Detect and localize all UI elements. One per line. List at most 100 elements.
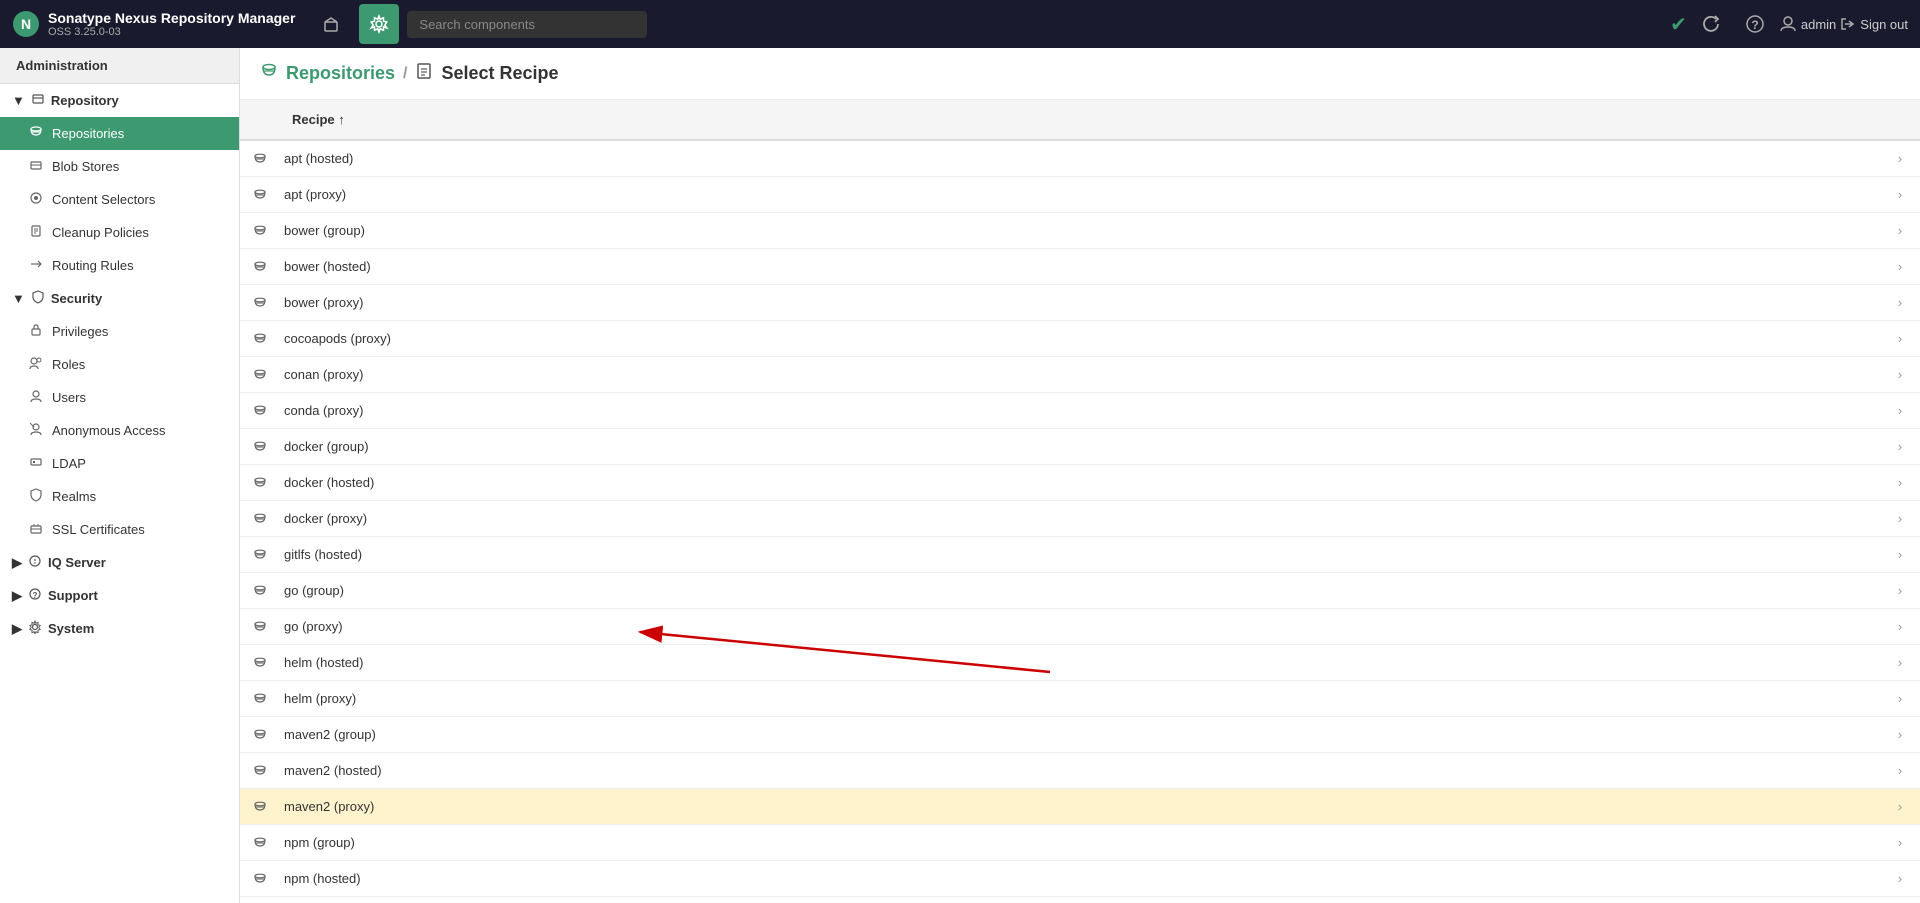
table-row[interactable]: conda (proxy) › bbox=[240, 393, 1920, 429]
table-row[interactable]: helm (proxy) › bbox=[240, 681, 1920, 717]
table-row[interactable]: bower (group) › bbox=[240, 213, 1920, 249]
breadcrumb-recipe-icon bbox=[415, 62, 433, 85]
table-row[interactable]: bower (proxy) › bbox=[240, 285, 1920, 321]
table-row[interactable]: npm (hosted) › bbox=[240, 861, 1920, 897]
row-chevron: › bbox=[1880, 789, 1920, 824]
sidebar-group-support[interactable]: ▶ ? Support bbox=[0, 579, 239, 612]
row-label: docker (group) bbox=[280, 429, 1880, 464]
refresh-btn[interactable] bbox=[1691, 4, 1731, 44]
table-row[interactable]: go (proxy) › bbox=[240, 609, 1920, 645]
table-row[interactable]: npm (group) › bbox=[240, 825, 1920, 861]
sidebar-item-cleanup-policies[interactable]: Cleanup Policies bbox=[0, 216, 239, 249]
row-label: apt (proxy) bbox=[280, 177, 1880, 212]
ldap-label: LDAP bbox=[52, 456, 86, 471]
user-menu[interactable]: admin bbox=[1779, 15, 1836, 33]
row-db-icon bbox=[240, 502, 280, 536]
svg-text:N: N bbox=[21, 16, 31, 32]
sidebar-group-iq-server[interactable]: ▶ IQ Server bbox=[0, 546, 239, 579]
admin-icon-btn[interactable] bbox=[359, 4, 399, 44]
row-db-icon bbox=[240, 538, 280, 572]
app-logo-icon: N bbox=[12, 10, 40, 38]
table-row[interactable]: docker (hosted) › bbox=[240, 465, 1920, 501]
table-row[interactable]: npm (proxy) › bbox=[240, 897, 1920, 903]
table-row[interactable]: cocoapods (proxy) › bbox=[240, 321, 1920, 357]
table-row[interactable]: docker (group) › bbox=[240, 429, 1920, 465]
table-row[interactable]: apt (proxy) › bbox=[240, 177, 1920, 213]
row-chevron: › bbox=[1880, 177, 1920, 212]
sidebar-item-realms[interactable]: Realms bbox=[0, 480, 239, 513]
refresh-icon bbox=[1702, 15, 1720, 33]
sidebar-item-anonymous-access[interactable]: Anonymous Access bbox=[0, 414, 239, 447]
row-label: docker (hosted) bbox=[280, 465, 1880, 500]
repository-group-icon bbox=[31, 92, 45, 109]
row-label: conda (proxy) bbox=[280, 393, 1880, 428]
arrow-right-icon: ▶ bbox=[12, 555, 22, 571]
sidebar-item-routing-rules[interactable]: Routing Rules bbox=[0, 249, 239, 282]
users-icon bbox=[28, 389, 44, 406]
row-db-icon bbox=[240, 718, 280, 752]
table-row[interactable]: docker (proxy) › bbox=[240, 501, 1920, 537]
row-chevron: › bbox=[1880, 357, 1920, 392]
table-row[interactable]: maven2 (hosted) › bbox=[240, 753, 1920, 789]
help-icon: ? bbox=[1746, 15, 1764, 33]
help-btn[interactable]: ? bbox=[1735, 4, 1775, 44]
row-db-icon bbox=[240, 286, 280, 320]
user-icon bbox=[1779, 15, 1797, 33]
arrow-down-icon: ▼ bbox=[12, 93, 25, 108]
row-chevron: › bbox=[1880, 897, 1920, 903]
app-brand: N Sonatype Nexus Repository Manager OSS … bbox=[12, 10, 295, 38]
security-group-icon bbox=[31, 290, 45, 307]
row-label: maven2 (hosted) bbox=[280, 753, 1880, 788]
sidebar-item-roles[interactable]: Roles bbox=[0, 348, 239, 381]
table-row[interactable]: gitlfs (hosted) › bbox=[240, 537, 1920, 573]
row-chevron: › bbox=[1880, 681, 1920, 716]
row-label: go (group) bbox=[280, 573, 1880, 608]
signout-btn[interactable]: Sign out bbox=[1840, 16, 1908, 32]
sidebar-item-repositories[interactable]: Repositories bbox=[0, 117, 239, 150]
row-label: gitlfs (hosted) bbox=[280, 537, 1880, 572]
breadcrumb-separator: / bbox=[403, 65, 407, 83]
row-chevron: › bbox=[1880, 465, 1920, 500]
sidebar-item-content-selectors[interactable]: Content Selectors bbox=[0, 183, 239, 216]
row-chevron: › bbox=[1880, 609, 1920, 644]
row-label: bower (hosted) bbox=[280, 249, 1880, 284]
row-chevron: › bbox=[1880, 393, 1920, 428]
row-label: go (proxy) bbox=[280, 609, 1880, 644]
top-navigation: N Sonatype Nexus Repository Manager OSS … bbox=[0, 0, 1920, 48]
row-db-icon bbox=[240, 394, 280, 428]
sidebar-group-repository[interactable]: ▼ Repository bbox=[0, 84, 239, 117]
row-db-icon bbox=[240, 574, 280, 608]
row-chevron: › bbox=[1880, 861, 1920, 896]
breadcrumb-repositories-link[interactable]: Repositories bbox=[286, 63, 395, 84]
row-label: conan (proxy) bbox=[280, 357, 1880, 392]
row-label: maven2 (proxy) bbox=[280, 789, 1880, 824]
row-db-icon bbox=[240, 322, 280, 356]
arrow-right-icon-3: ▶ bbox=[12, 621, 22, 637]
table-row[interactable]: maven2 (group) › bbox=[240, 717, 1920, 753]
row-db-icon bbox=[240, 826, 280, 860]
privileges-label: Privileges bbox=[52, 324, 108, 339]
sidebar-item-ssl-certificates[interactable]: SSL Certificates bbox=[0, 513, 239, 546]
table-row[interactable]: helm (hosted) › bbox=[240, 645, 1920, 681]
recipe-table-container: Recipe ↑ apt (hosted) › bbox=[240, 100, 1920, 903]
sidebar-item-ldap[interactable]: LDAP bbox=[0, 447, 239, 480]
svg-text:?: ? bbox=[33, 591, 38, 600]
table-row[interactable]: bower (hosted) › bbox=[240, 249, 1920, 285]
table-row[interactable]: maven2 (proxy) › bbox=[240, 789, 1920, 825]
repositories-label: Repositories bbox=[52, 126, 124, 141]
table-row[interactable]: conan (proxy) › bbox=[240, 357, 1920, 393]
sidebar-item-privileges[interactable]: Privileges bbox=[0, 315, 239, 348]
sidebar-group-security[interactable]: ▼ Security bbox=[0, 282, 239, 315]
table-row[interactable]: apt (hosted) › bbox=[240, 141, 1920, 177]
topnav-right-actions: ✔ ? admin Sign ou bbox=[1670, 4, 1908, 44]
sidebar-item-blob-stores[interactable]: Blob Stores bbox=[0, 150, 239, 183]
sidebar-item-users[interactable]: Users bbox=[0, 381, 239, 414]
browse-icon-btn[interactable] bbox=[311, 4, 351, 44]
system-label: System bbox=[48, 621, 94, 636]
row-db-icon bbox=[240, 646, 280, 680]
table-row[interactable]: go (group) › bbox=[240, 573, 1920, 609]
row-db-icon bbox=[240, 430, 280, 464]
sidebar-group-system[interactable]: ▶ System bbox=[0, 612, 239, 645]
search-input[interactable] bbox=[407, 11, 647, 38]
row-label: npm (group) bbox=[280, 825, 1880, 860]
